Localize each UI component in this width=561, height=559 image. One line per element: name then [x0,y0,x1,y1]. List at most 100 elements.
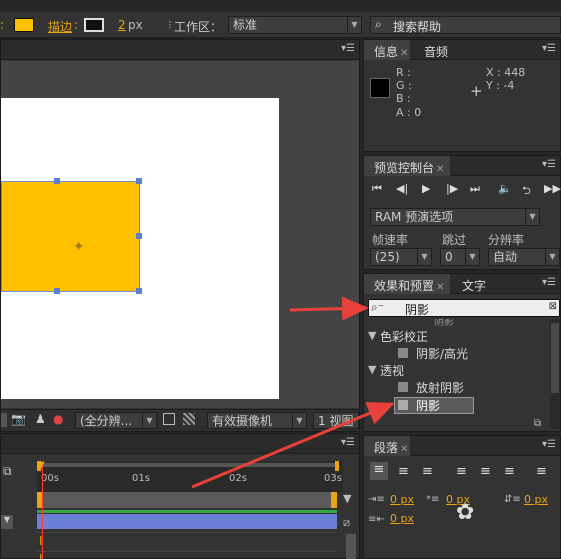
effects-tabbar: 效果和预置 ✕ 文字 ▾☰ [364,274,560,294]
show-snapshot-icon[interactable]: ♟ [35,412,46,426]
time-ruler[interactable]: 00s 01s 02s 03s [37,461,343,493]
work-area-end-handle[interactable] [335,461,339,471]
group-color-correction[interactable]: 色彩校正 [380,328,428,345]
panel-menu-icon[interactable]: ▾☰ [542,43,556,54]
search-help-field[interactable]: ⌕ 搜索帮助 [370,16,561,34]
close-icon[interactable]: ✕ [400,444,408,455]
handle-right-mid[interactable] [136,233,142,239]
panel-menu-icon[interactable]: ▾☰ [542,159,556,170]
comp-flowchart-icon[interactable]: ⧉ [3,464,12,479]
shape-layer[interactable] [1,181,140,292]
justify-all-icon[interactable]: ≡ [536,464,547,479]
effects-scrollbar[interactable] [550,319,560,429]
work-area-bar[interactable] [37,492,337,508]
skip-label: 跳过 [442,233,467,247]
group-expand-icon[interactable]: ▼ [368,329,376,342]
first-frame-icon[interactable]: ⏮ [372,182,382,196]
info-a: A : 0 [396,106,422,119]
alignment-buttons: ≡ ≡ ≡ ≡ ≡ ≡ ≡ [370,462,560,480]
indent-right-value[interactable]: 0 px [390,512,414,525]
close-icon[interactable]: ✕ [400,48,408,59]
playhead-handle[interactable]: ▼ [37,460,45,471]
handle-top-mid[interactable] [54,178,60,184]
color-channels-icon[interactable]: ● [53,412,63,426]
play-icon[interactable]: ▶ [422,182,430,195]
region-of-interest-icon[interactable] [163,413,175,425]
layer-expand-icon[interactable]: ▼ [1,515,13,529]
align-left-icon[interactable]: ≡ [370,462,388,480]
effect-drop-shadow[interactable]: 阴影 [416,397,440,414]
stroke-color-swatch[interactable] [84,18,104,32]
panel-menu-icon[interactable]: ▾☰ [542,277,556,288]
frame-rate-dropdown[interactable]: (25) ▼ [370,248,432,266]
panel-menu-icon[interactable]: ▾☰ [341,437,355,448]
space-before-value[interactable]: 0 px [524,493,548,506]
loop-icon[interactable]: ⮌ [522,182,531,201]
top-toolbar: : 描边 : 2 px ⁝ 工作区： 标准 ▼ ⌕ 搜索帮助 [0,12,561,38]
search-icon: ⌕ [375,17,382,31]
resolution-dropdown[interactable]: 自动 ▼ [488,248,560,266]
next-frame-icon[interactable]: |▶ [446,182,458,195]
last-frame-icon[interactable]: ⏭ [470,182,480,196]
layer-switch-icon[interactable]: ⧄ [343,516,350,530]
layer-duration-bar[interactable] [37,514,337,529]
zoom-slider-icon[interactable]: ▼ [343,492,351,505]
align-center-icon[interactable]: ≡ [398,464,409,479]
effects-search-value: 阴影 [405,303,430,317]
close-icon[interactable]: ✕ [436,164,444,175]
group-perspective[interactable]: 透视 [380,362,404,379]
transparency-grid-icon[interactable] [183,413,195,425]
panel-menu-icon[interactable]: ▾☰ [542,439,556,450]
new-preset-icon[interactable]: ⧉ [534,418,541,429]
justify-right-icon[interactable]: ≡ [504,464,515,479]
ram-preview-dropdown[interactable]: RAM 预演选项 ▼ [370,208,540,226]
effects-search-field[interactable]: ⌕⁻ 阴影 ⊠ [368,299,560,317]
audio-icon[interactable]: 🔈 [498,182,512,195]
indent-left-value[interactable]: 0 px [390,493,414,506]
info-b: B : [396,92,411,105]
tab-text[interactable]: 文字 [462,277,486,294]
timeline-panel: ▾☰ ⧉ 00s 01s 02s 03s ▼ ▼ ⧄ I I ▼ [0,433,360,559]
clear-search-icon[interactable]: ⊠ [549,301,557,312]
fill-label: : [0,18,5,32]
handle-bottom-mid[interactable] [54,288,60,294]
composition-footer: 📷 ♟ ● (全分辨... ▼ 有效摄像机 ▼ 1 视图 [1,409,359,431]
timeline-scrollbar[interactable] [346,534,356,559]
views-dropdown[interactable]: 1 视图 [313,412,359,429]
resolution-label: 分辨率 [488,233,525,247]
playhead-line[interactable] [42,464,43,559]
workspace-dropdown[interactable]: 标准 ▼ [228,16,362,34]
stroke-label[interactable]: 描边 [48,18,72,35]
effect-shadow-highlight[interactable]: 阴影/高光 [416,345,468,362]
handle-top-right[interactable] [136,178,142,184]
skip-dropdown[interactable]: 0 ▼ [440,248,480,266]
stroke-width-value[interactable]: 2 [118,18,126,32]
align-right-icon[interactable]: ≡ [422,464,433,479]
prev-frame-icon[interactable]: ◀| [396,182,408,195]
info-x: X : 448 [486,66,526,79]
justify-center-icon[interactable]: ≡ [480,464,491,479]
close-icon[interactable]: ✕ [436,282,444,293]
playback-controls: ⏮ ◀| ▶ |▶ ⏭ 🔈 ⮌ ▶▶ [372,182,561,201]
tab-audio[interactable]: 音频 [424,43,448,60]
effect-radial-shadow[interactable]: 放射阴影 [416,379,464,396]
group-expand-icon[interactable]: ▼ [368,363,376,376]
frame-rate-label: 帧速率 [372,233,409,247]
tab-preview[interactable]: 预览控制台 ✕ [374,159,444,176]
composition-panel: ▾☰ ✦ 📷 ♟ ● (全分辨... ▼ 有效摄像机 ▼ 1 视图 [0,39,360,432]
ram-preview-icon[interactable]: ▶▶ [544,182,561,195]
fill-color-swatch[interactable] [14,18,34,32]
tick-label: 02s [229,473,247,484]
camera-dropdown[interactable]: 有效摄像机 ▼ [207,412,307,429]
handle-bottom-right[interactable] [136,288,142,294]
timeline-tabbar: ▾☰ [1,434,359,454]
panel-menu-icon[interactable]: ▾☰ [341,43,355,54]
resolution-dropdown[interactable]: (全分辨... ▼ [75,412,157,429]
tab-effects-presets[interactable]: 效果和预置 ✕ [374,277,444,294]
workspace-label: 工作区： [174,20,223,34]
tab-paragraph[interactable]: 段落 ✕ [374,439,408,456]
justify-left-icon[interactable]: ≡ [456,464,467,479]
tab-info[interactable]: 信息 ✕ [374,43,408,60]
anchor-point-icon[interactable]: ✦ [73,239,85,255]
snapshot-icon[interactable]: 📷 [11,412,26,426]
